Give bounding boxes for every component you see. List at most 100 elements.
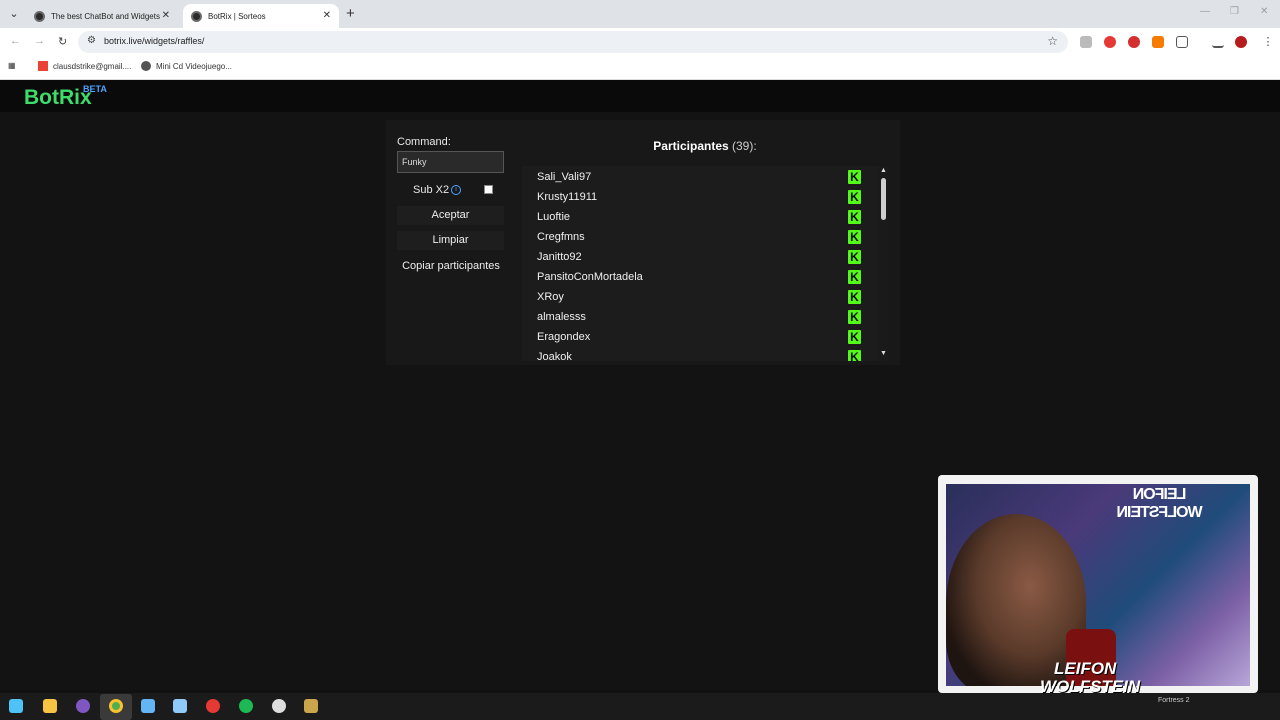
participant-row[interactable]: Krusty11911 K [522, 187, 878, 207]
tab-chatbot[interactable]: The best ChatBot and Widgets ✕ [26, 4, 178, 28]
participant-row[interactable]: Sali_Vali97 K [522, 167, 878, 187]
command-input[interactable]: Funky [397, 151, 504, 173]
kick-icon: K [848, 190, 861, 204]
forward-icon[interactable]: → [34, 35, 45, 47]
kick-icon: K [848, 170, 861, 184]
spotify-icon[interactable] [239, 699, 253, 713]
kick-icon: K [848, 310, 861, 324]
metamask-icon[interactable] [1152, 36, 1164, 48]
participant-row[interactable]: XRoy K [522, 287, 878, 307]
participant-row[interactable]: almalesss K [522, 307, 878, 327]
profile-avatar[interactable] [1235, 36, 1247, 48]
participant-row[interactable]: Joakok K [522, 347, 878, 361]
tab-title: BotRix | Sorteos [208, 11, 266, 21]
bookmark-label: clausdstrike@gmail.... [53, 61, 132, 71]
opera-icon[interactable] [1128, 36, 1140, 48]
bookmark-gmail[interactable]: clausdstrike@gmail.... [38, 61, 131, 71]
scroll-up-icon[interactable]: ▲ [880, 167, 887, 174]
chrome-icon[interactable] [109, 699, 123, 713]
kick-icon: K [848, 330, 861, 344]
participant-name: Luoftie [537, 211, 571, 223]
url-text[interactable]: botrix.live/widgets/raffles/ [104, 36, 204, 46]
participant-row[interactable]: Janitto92 K [522, 247, 878, 267]
tab-title: The best ChatBot and Widgets [51, 11, 160, 21]
kick-icon: K [848, 290, 861, 304]
copy-participants-button[interactable]: Copiar participantes [398, 257, 504, 276]
participant-name: Eragondex [537, 331, 591, 343]
participant-name: Krusty11911 [537, 191, 598, 203]
bookmark-star-icon[interactable]: ☆ [1047, 34, 1058, 48]
address-bar[interactable]: ⚙ botrix.live/widgets/raffles/ ☆ [78, 31, 1068, 53]
extension-icon[interactable] [1080, 36, 1092, 48]
close-window-icon[interactable]: ✕ [1260, 6, 1268, 17]
sub-x2-checkbox[interactable] [484, 185, 493, 194]
participant-name: Cregfmns [537, 231, 585, 243]
participant-row[interactable]: Cregfmns K [522, 227, 878, 247]
info-icon[interactable]: i [451, 185, 461, 195]
participant-name: Joakok [537, 351, 572, 361]
steelseries-icon[interactable] [272, 699, 286, 713]
tab-close-icon[interactable]: ✕ [162, 10, 170, 21]
webcam-name-overlay: LEIFON WOLFSTEIN [1040, 660, 1140, 696]
tab-favicon-icon [191, 10, 202, 22]
kick-icon: K [848, 230, 861, 244]
participant-name: XRoy [537, 291, 564, 303]
participant-row[interactable]: Eragondex K [522, 327, 878, 347]
participants-list[interactable]: Sali_Vali97 K Krusty11911 K Luoftie K Cr… [522, 166, 878, 361]
app-icon[interactable] [206, 699, 220, 713]
file-explorer-icon[interactable] [43, 699, 57, 713]
participant-name: PansitoConMortadela [537, 271, 643, 283]
new-tab-icon[interactable]: + [346, 5, 355, 22]
participants-heading: Participantes [653, 139, 729, 153]
tab-sorteos[interactable]: BotRix | Sorteos ✕ [183, 4, 339, 28]
accept-button[interactable]: Aceptar [397, 206, 504, 225]
back-icon[interactable]: ← [10, 35, 21, 47]
site-header: BotRix BETA [0, 80, 1280, 112]
restore-icon[interactable]: ❐ [1230, 6, 1239, 17]
app-icon[interactable] [141, 699, 155, 713]
webcam-mirrored-name: LEIFON WOLFSTEIN [1117, 486, 1203, 521]
tab-search-icon[interactable]: ⌄ [6, 6, 22, 22]
site-info-icon[interactable]: ⚙ [87, 35, 96, 46]
sub-x2-label: Sub X2 [413, 184, 450, 196]
botrix-logo[interactable]: BotRix [24, 86, 92, 110]
participant-name: Janitto92 [537, 251, 582, 263]
scrollbar-thumb[interactable] [881, 178, 886, 220]
participants-count: (39): [732, 139, 757, 153]
minimize-icon[interactable]: — [1200, 6, 1210, 17]
command-label: Command: [397, 136, 451, 148]
taskbar [0, 693, 1280, 720]
participant-name: almalesss [537, 311, 586, 323]
beta-badge: BETA [83, 84, 107, 94]
scroll-down-icon[interactable]: ▼ [880, 350, 887, 357]
gmail-icon [38, 61, 48, 71]
bookmark-mini-cd[interactable]: Mini Cd Videojuego... [141, 61, 232, 71]
tab-close-icon[interactable]: ✕ [323, 10, 331, 21]
windows-start-icon[interactable] [9, 699, 23, 713]
participant-name: Sali_Vali97 [537, 171, 592, 183]
bookmark-label: Mini Cd Videojuego... [156, 61, 232, 71]
overlay-name-line1: LEIFON [1054, 659, 1117, 678]
kick-icon: K [848, 270, 861, 284]
kick-icon: K [848, 210, 861, 224]
app-icon[interactable] [76, 699, 90, 713]
participant-row[interactable]: PansitoConMortadela K [522, 267, 878, 287]
kick-icon: K [848, 250, 861, 264]
reload-icon[interactable]: ↻ [58, 35, 67, 48]
bookmarks-bar: ▦ clausdstrike@gmail.... Mini Cd Videoju… [0, 56, 1280, 80]
browser-tab-bar: ⌄ The best ChatBot and Widgets ✕ BotRix … [0, 0, 1280, 28]
tab-favicon-icon [34, 10, 45, 22]
extensions-puzzle-icon[interactable] [1176, 36, 1188, 48]
globe-icon [141, 61, 151, 71]
clear-button[interactable]: Limpiar [397, 231, 504, 250]
browser-menu-icon[interactable]: ⋮ [1262, 36, 1274, 48]
reading-list-icon[interactable] [1212, 36, 1224, 48]
adblock-icon[interactable] [1104, 36, 1116, 48]
kick-icon: K [848, 350, 861, 361]
apps-icon[interactable]: ▦ [8, 61, 16, 70]
steam-icon[interactable] [173, 699, 187, 713]
game-label: Fortress 2 [1158, 697, 1190, 704]
participants-title: Participantes (39): [521, 139, 889, 153]
league-icon[interactable] [304, 699, 318, 713]
participant-row[interactable]: Luoftie K [522, 207, 878, 227]
